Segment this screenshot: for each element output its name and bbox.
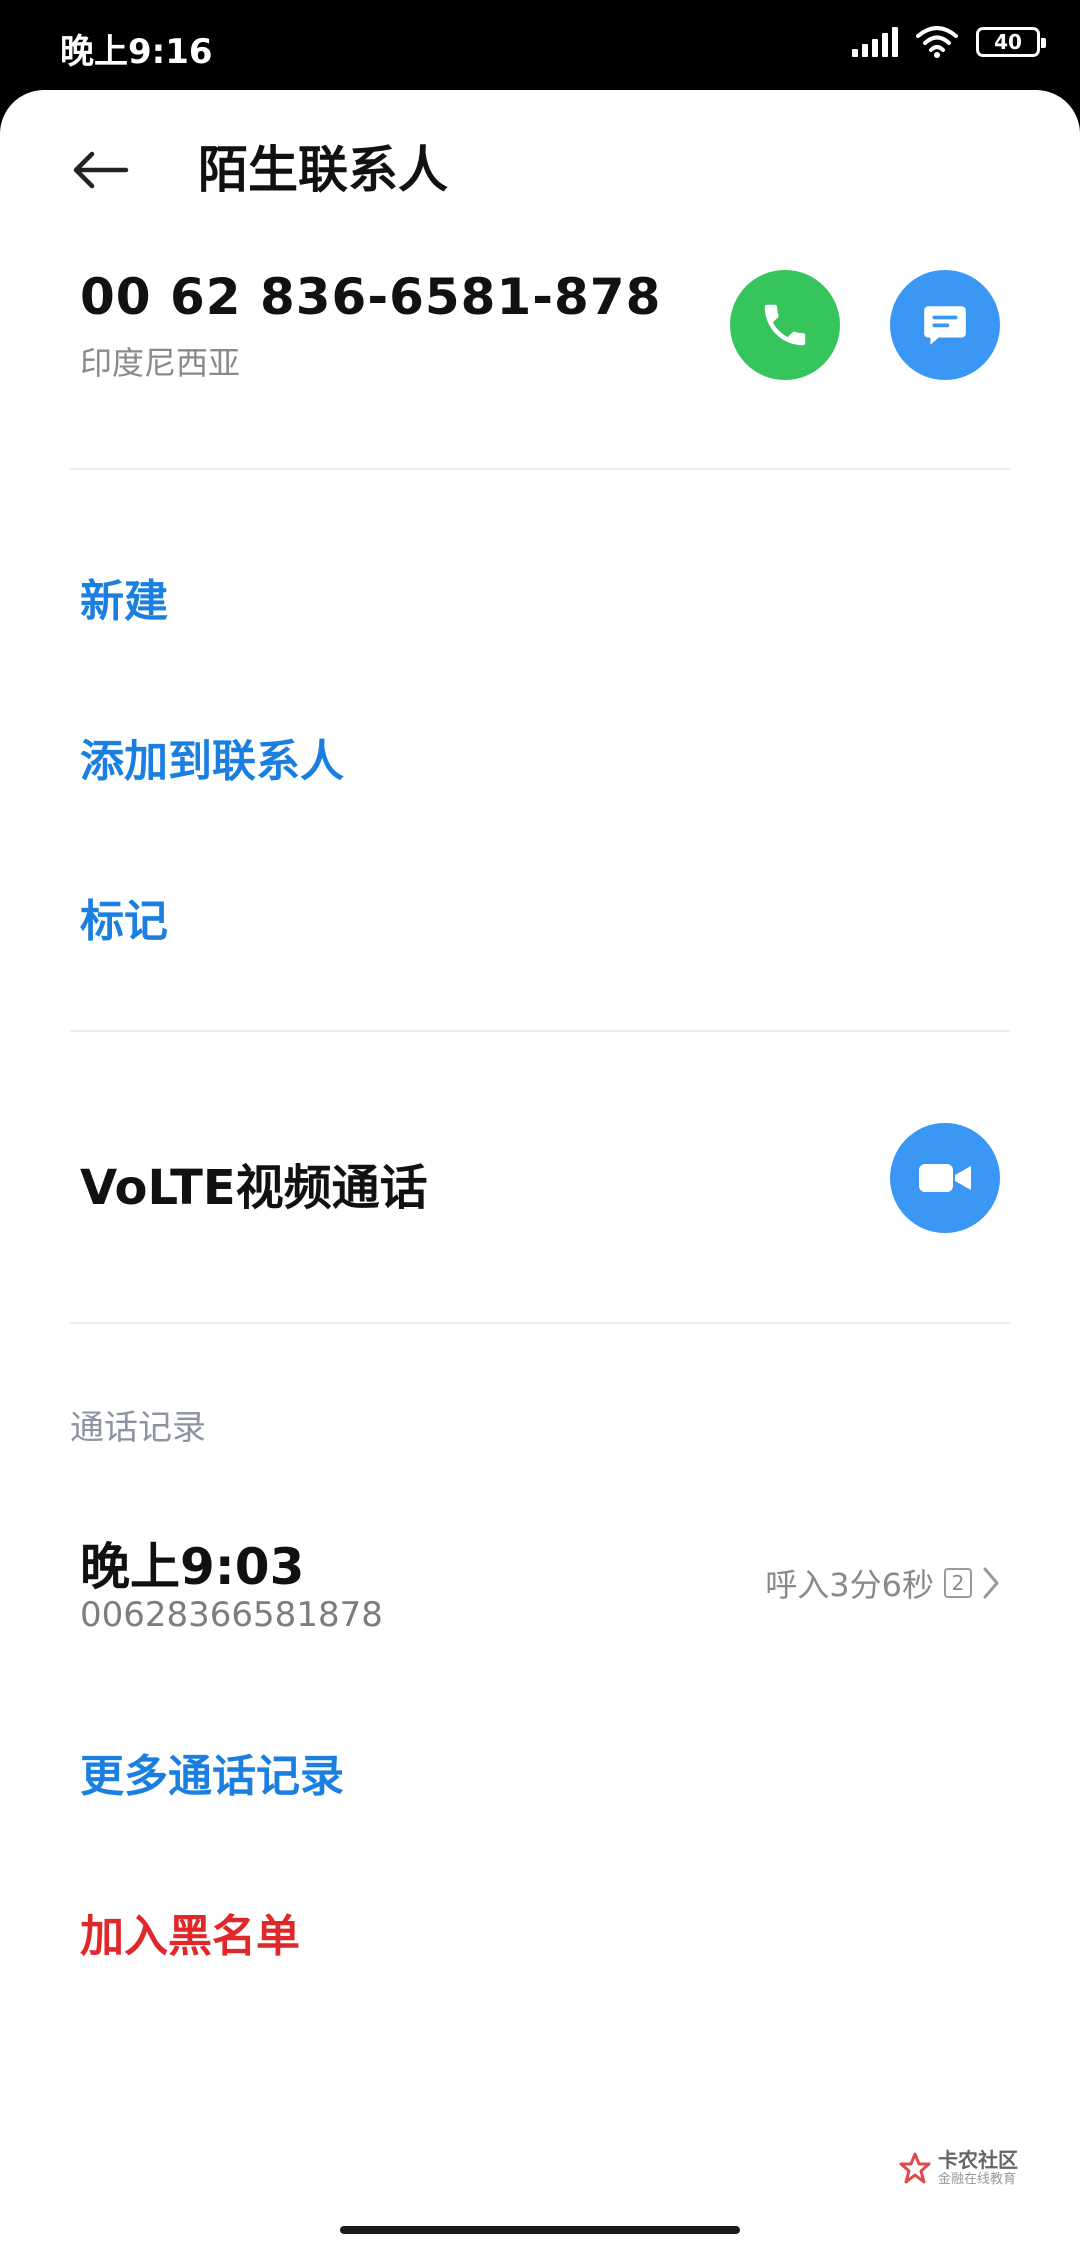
chevron-right-icon: [983, 1567, 999, 1599]
contact-detail-screen: 陌生联系人 00 62 836-6581-878 印度尼西亚 新建 添加到联系人…: [0, 90, 1080, 2248]
video-camera-icon: [919, 1164, 971, 1192]
watermark-text: 卡农社区: [938, 2148, 1018, 2172]
battery-level: 40: [994, 30, 1022, 54]
sim-badge: 2: [944, 1568, 972, 1598]
phone-icon: [764, 304, 806, 346]
signal-icon: [852, 27, 898, 57]
mark-action[interactable]: 标记: [80, 885, 168, 949]
call-log-number: 00628366581878: [80, 1595, 383, 1635]
divider: [70, 468, 1010, 470]
status-bar: 晚上9:16 40: [0, 0, 1080, 90]
more-call-logs-action[interactable]: 更多通话记录: [80, 1740, 344, 1804]
watermark-subtext: 金融在线教育: [938, 2172, 1017, 2187]
status-icons: 40: [852, 26, 1046, 58]
watermark: 卡农社区 金融在线教育: [898, 2150, 1018, 2186]
call-log-section-title: 通话记录: [70, 1408, 206, 1448]
divider: [70, 1030, 1010, 1032]
new-contact-action[interactable]: 新建: [80, 565, 168, 629]
call-button[interactable]: [730, 270, 840, 380]
divider: [70, 1322, 1010, 1324]
add-to-contacts-action[interactable]: 添加到联系人: [80, 725, 344, 789]
call-log-meta: 呼入3分6秒 2: [765, 1560, 1000, 1606]
volte-video-call-label: VoLTE视频通话: [80, 1160, 428, 1216]
add-to-blacklist-action[interactable]: 加入黑名单: [80, 1900, 300, 1964]
video-call-button[interactable]: [890, 1123, 1000, 1233]
phone-number: 00 62 836-6581-878: [80, 268, 662, 326]
battery-icon: 40: [976, 27, 1046, 57]
back-arrow-icon: [73, 151, 129, 189]
home-indicator[interactable]: [340, 2226, 740, 2234]
wifi-icon: [916, 26, 958, 58]
watermark-logo-icon: [899, 2152, 931, 2184]
message-icon: [924, 306, 966, 345]
call-duration: 呼入3分6秒: [765, 1566, 934, 1604]
message-button[interactable]: [890, 270, 1000, 380]
page-title: 陌生联系人: [198, 141, 448, 199]
number-location: 印度尼西亚: [80, 344, 241, 382]
call-log-time: 晚上9:03: [80, 1538, 305, 1596]
back-button[interactable]: [60, 130, 140, 210]
status-time: 晚上9:16: [60, 32, 213, 72]
